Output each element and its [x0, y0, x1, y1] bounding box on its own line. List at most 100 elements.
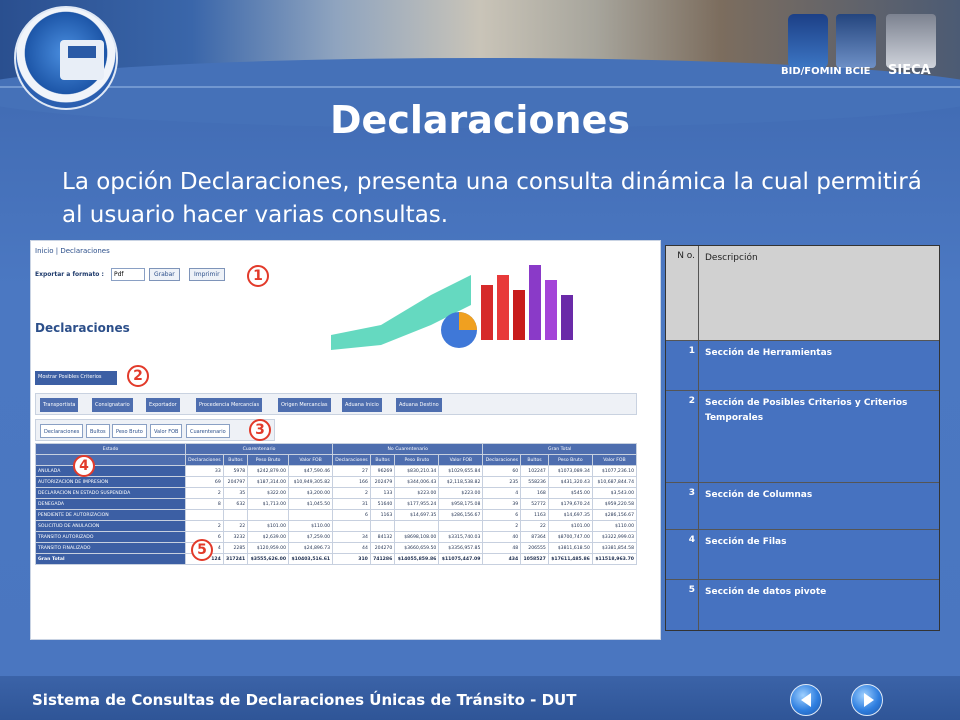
pivot-cell: 22 [520, 520, 549, 532]
legend-header-desc: Descripción [705, 253, 758, 263]
pivot-cell: $10,949,305.82 [288, 476, 334, 488]
pivot-cell: $8700,747.00 [547, 531, 593, 543]
grabar-button[interactable]: Grabar [149, 268, 180, 281]
legend-header-no: N o. [666, 246, 699, 340]
pivot-cell: $3811,618.50 [547, 542, 593, 554]
pivot-group: Gran Total [482, 443, 637, 455]
pivot-cell: 6 [482, 509, 522, 521]
legend-row: 2 Sección de Posibles Criterios y Criter… [666, 391, 939, 483]
pivot-cell: 2 [185, 487, 224, 499]
marker-1: 1 [247, 265, 269, 287]
column-chip[interactable]: Declaraciones [40, 424, 84, 438]
pivot-cell: 52772 [520, 498, 549, 510]
imprimir-button[interactable]: Imprimir [189, 268, 225, 281]
pivot-cell: $2,639.00 [247, 531, 290, 543]
pivot-cell: $431,320.43 [547, 476, 593, 488]
pivot-cell: 40 [482, 531, 522, 543]
footer-text: Sistema de Consultas de Declaraciones Ún… [32, 691, 577, 709]
pivot-row-label: TRANSITO AUTORIZADO [35, 531, 186, 543]
pivot-cell: $1,713.00 [247, 498, 290, 510]
pivot-cell: $11518,963.70 [591, 553, 638, 565]
slide-intro: La opción Declaraciones, presenta una co… [62, 169, 922, 228]
pivot-cell [394, 520, 440, 532]
legend-desc: Sección de datos pivote [705, 587, 827, 597]
pivot-cell: $14,697.35 [547, 509, 593, 521]
format-select[interactable]: Pdf [111, 268, 145, 281]
legend-no: 4 [666, 530, 699, 579]
pivot-cell: 1163 [520, 509, 549, 521]
pivot-cell: $187,314.00 [247, 476, 290, 488]
pivot-cell: 317241 [222, 553, 249, 565]
pivot-subheader-cell: Bultos [222, 454, 249, 466]
pivot-cell: $110.00 [288, 520, 334, 532]
pivot-cell: 44 [332, 542, 371, 554]
breadcrumb: Inicio | Declaraciones [35, 247, 110, 255]
pivot-table: Estado Cuarentenario No Cuarentenario Gran … [35, 443, 638, 565]
pivot-cell: 202479 [369, 476, 396, 488]
pivot-cell: $14055,859.86 [394, 553, 440, 565]
pivot-cell: 96269 [369, 465, 396, 477]
pivot-subheader-cell: Declaraciones [482, 454, 522, 466]
pivot-cell: 206555 [520, 542, 549, 554]
pivot-cell: 6 [332, 509, 371, 521]
pivot-cell: $17611,485.86 [547, 553, 593, 565]
pivot-subheader-cell: Declaraciones [332, 454, 371, 466]
column-chip[interactable]: Valor FOB [150, 424, 183, 438]
pivot-cell: $10403,516.61 [288, 553, 334, 565]
pivot-cell: $3315,740.03 [438, 531, 484, 543]
pivot-cell: $10,687,844.74 [591, 476, 638, 488]
pivot-cell: $3660,659.50 [394, 542, 440, 554]
pivot-cell: 5978 [222, 465, 249, 477]
pivot-cell: $242,879.00 [247, 465, 290, 477]
legend-no: 1 [666, 341, 699, 390]
pivot-cell: 1058527 [520, 553, 549, 565]
declaraciones-screenshot: Inicio | Declaraciones Exportar a format… [30, 240, 661, 640]
bcie-label: BCIE [845, 66, 871, 77]
filter-chip[interactable]: Procedencia Mercancías [196, 398, 263, 412]
pivot-cell: 2 [482, 520, 522, 532]
previous-slide-button[interactable] [790, 684, 822, 716]
footer-bar: Sistema de Consultas de Declaraciones Ún… [0, 676, 960, 720]
pivot-cell: 2 [332, 487, 371, 499]
filter-chip[interactable]: Origen Mercancías [278, 398, 331, 412]
pivot-cell: $8698,108.00 [394, 531, 440, 543]
sieca-label: SIECA [888, 63, 931, 78]
pivot-cell: 8 [185, 498, 224, 510]
filter-chip[interactable]: Aduana Inicio [342, 398, 382, 412]
chart-illustration [331, 265, 573, 350]
pivot-cell: $344,006.43 [394, 476, 440, 488]
mostrar-criterios-button[interactable]: Mostrar Posibles Criterios [35, 371, 117, 385]
pivot-row: DENEGADA 8 632 $1,713.00 $1,045.50 31 51640 $17… [35, 498, 638, 510]
pivot-cell: $11075,447.09 [438, 553, 484, 565]
column-chip[interactable]: Peso Bruto [112, 424, 147, 438]
pivot-row: TRANSITO AUTORIZADO 6 3232 $2,639.00 $7,259.… [35, 531, 638, 543]
pivot-cell: $3322,999.03 [591, 531, 638, 543]
pivot-cell: 33 [185, 465, 224, 477]
pivot-cell: 31 [332, 498, 371, 510]
pivot-subheader-cell: Peso Bruto [394, 454, 440, 466]
filter-chip[interactable]: Exportador [146, 398, 180, 412]
pivot-subheader-cell: Declaraciones [185, 454, 224, 466]
pivot-cell: 60 [482, 465, 522, 477]
column-chip[interactable]: Bultos [86, 424, 110, 438]
filter-chip[interactable]: Aduana Destino [396, 398, 442, 412]
filter-chip[interactable]: Transportista [40, 398, 79, 412]
pivot-cell: 22 [222, 520, 249, 532]
pivot-cell [332, 520, 371, 532]
export-label: Exportar a formato : [35, 271, 104, 278]
filter-chip[interactable]: Consignatario [92, 398, 133, 412]
pivot-cell: $3381,854.58 [591, 542, 638, 554]
pivot-cell: $177,955.24 [394, 498, 440, 510]
pivot-row: ANULADA 33 5978 $242,879.00 $47,590.46 27 9626… [35, 465, 638, 477]
pivot-subheader-cell: Valor FOB [288, 454, 334, 466]
legend-desc: Sección de Posibles Criterios y Criterio… [705, 398, 908, 423]
pivot-cell: 434 [482, 553, 522, 565]
column-chip[interactable]: Cuarentenario [186, 424, 230, 438]
pivot-cell: 1163 [369, 509, 396, 521]
pivot-cell: 632 [222, 498, 249, 510]
legend-desc: Sección de Herramientas [705, 348, 833, 358]
truck-icon [60, 40, 104, 80]
pivot-subheader-cell: Peso Bruto [547, 454, 593, 466]
pivot-cell: $3,543.00 [591, 487, 638, 499]
next-slide-button[interactable] [851, 684, 883, 716]
